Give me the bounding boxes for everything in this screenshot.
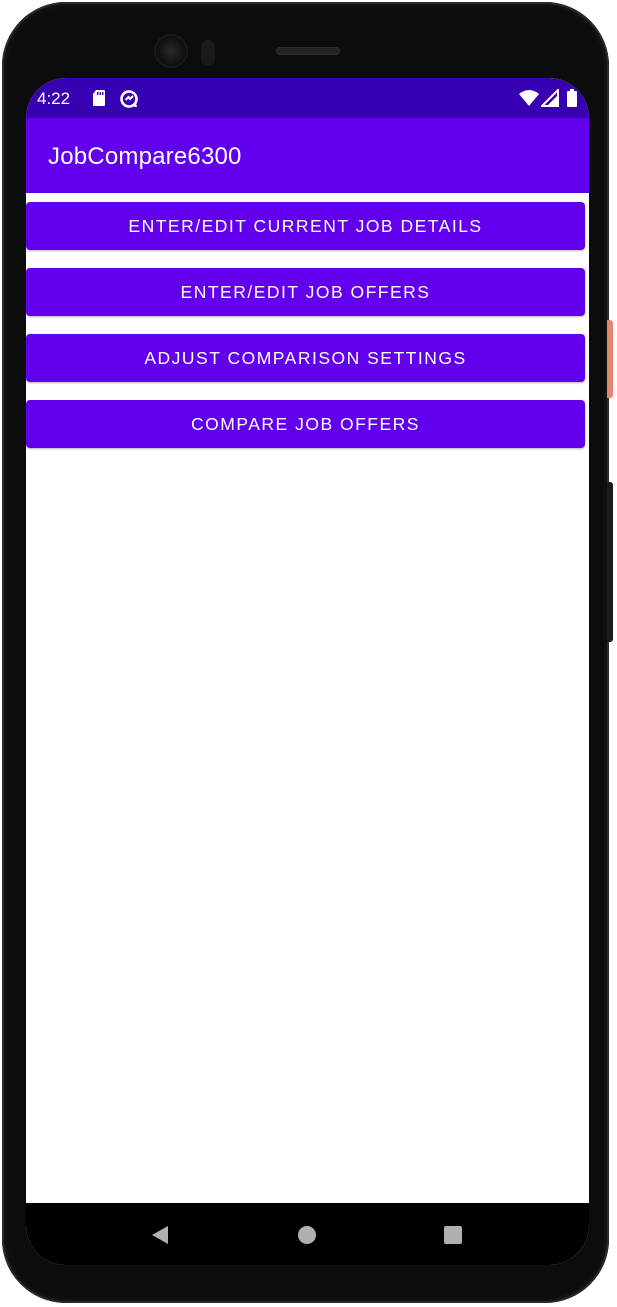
battery-icon — [567, 89, 577, 107]
volume-button — [607, 482, 613, 642]
enter-edit-job-offers-button[interactable]: ENTER/EDIT JOB OFFERS — [26, 268, 585, 316]
navigation-bar — [26, 1203, 589, 1265]
front-camera — [156, 36, 186, 66]
enter-edit-current-job-button[interactable]: ENTER/EDIT CURRENT JOB DETAILS — [26, 202, 585, 250]
power-button — [607, 320, 613, 398]
phone-frame: 4:22 JobCompare6300 ENTER/EDIT CURRENT J… — [2, 2, 609, 1303]
status-bar: 4:22 — [26, 78, 589, 118]
phone-screen: 4:22 JobCompare6300 ENTER/EDIT CURRENT J… — [26, 78, 589, 1265]
app-bar: JobCompare6300 — [26, 118, 589, 193]
adjust-comparison-settings-button[interactable]: ADJUST COMPARISON SETTINGS — [26, 334, 585, 382]
proximity-sensor — [201, 40, 215, 66]
earpiece-speaker — [276, 47, 340, 55]
sd-card-icon — [92, 89, 106, 107]
recents-icon[interactable] — [444, 1226, 462, 1244]
home-icon[interactable] — [298, 1226, 316, 1244]
data-saver-icon — [119, 89, 139, 108]
signal-icon — [539, 87, 559, 107]
back-icon[interactable] — [150, 1225, 170, 1250]
main-content: ENTER/EDIT CURRENT JOB DETAILS ENTER/EDI… — [26, 193, 589, 1203]
app-title: JobCompare6300 — [48, 143, 242, 170]
compare-job-offers-button[interactable]: COMPARE JOB OFFERS — [26, 400, 585, 448]
status-time: 4:22 — [37, 89, 71, 108]
wifi-icon — [519, 89, 539, 107]
